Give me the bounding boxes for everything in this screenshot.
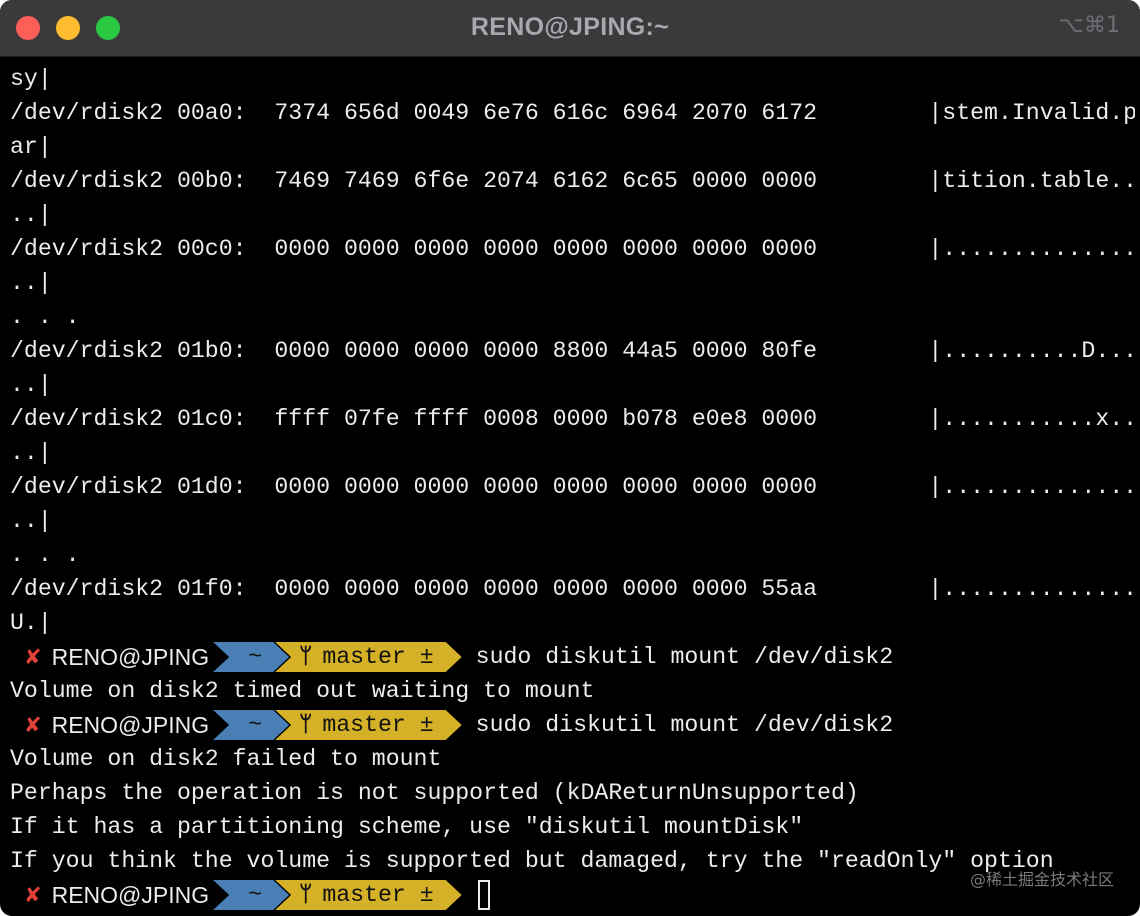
hexdump-line: . . . <box>10 304 80 330</box>
prompt-dir: ~ <box>248 882 263 908</box>
output-line: If it has a partitioning scheme, use "di… <box>10 814 804 840</box>
prompt-user-host: RENO@JPING <box>51 712 210 738</box>
hexdump-line: /dev/rdisk2 00c0: 0000 0000 0000 0000 00… <box>10 236 1135 262</box>
hexdump-line: ..| <box>10 508 52 534</box>
hexdump-line: /dev/rdisk2 01b0: 0000 0000 0000 0000 88… <box>10 338 1135 364</box>
hexdump-line: . . . <box>10 542 80 568</box>
output-line: Perhaps the operation is not supported (… <box>10 780 859 806</box>
git-branch-icon: ᛘ <box>299 712 313 737</box>
prompt-line: ✘ RENO@JPING ~ ᛘ master ± sudo diskutil … <box>10 640 1135 674</box>
hexdump-line: U.| <box>10 610 52 636</box>
title-bar: RENO@JPING:~ ⌥⌘1 <box>0 0 1140 57</box>
prompt-user-host: RENO@JPING <box>51 882 210 908</box>
prompt-user-host: RENO@JPING <box>51 644 210 670</box>
command-text: sudo diskutil mount /dev/disk2 <box>475 712 894 738</box>
terminal-output[interactable]: sy| /dev/rdisk2 00a0: 7374 656d 0049 6e76… <box>10 62 1135 912</box>
window-shortcut: ⌥⌘1 <box>1058 13 1120 38</box>
hexdump-line: ar| <box>10 134 52 160</box>
terminal-window: RENO@JPING:~ ⌥⌘1 sy| /dev/rdisk2 00a0: 73… <box>0 0 1140 916</box>
window-title: RENO@JPING:~ <box>470 13 670 41</box>
prompt-dir-segment: ~ <box>213 710 289 740</box>
hexdump-line: ..| <box>10 270 52 296</box>
prompt-line: ✘ RENO@JPING ~ ᛘ master ± sudo diskutil … <box>10 708 1135 742</box>
prompt-dir: ~ <box>248 712 263 738</box>
hexdump-line: sy| <box>10 66 52 92</box>
git-branch-icon: ᛘ <box>299 882 313 907</box>
prompt-dir: ~ <box>248 644 263 670</box>
prompt-branch: master ± <box>322 644 434 670</box>
output-line: Volume on disk2 failed to mount <box>10 746 442 772</box>
hexdump-line: ..| <box>10 202 52 228</box>
hexdump-line: /dev/rdisk2 00b0: 7469 7469 6f6e 2074 61… <box>10 168 1135 194</box>
hexdump-line: ..| <box>10 440 52 466</box>
prompt-git-segment: ᛘ master ± <box>275 880 462 910</box>
hexdump-line: /dev/rdisk2 01c0: ffff 07fe ffff 0008 00… <box>10 406 1135 432</box>
prompt-git-segment: ᛘ master ± <box>275 710 462 740</box>
error-status-icon: ✘ <box>24 883 42 907</box>
prompt-branch: master ± <box>322 712 434 738</box>
hexdump-line: /dev/rdisk2 00a0: 7374 656d 0049 6e76 61… <box>10 100 1135 126</box>
error-status-icon: ✘ <box>24 645 42 669</box>
prompt-dir-segment: ~ <box>213 880 289 910</box>
prompt-dir-segment: ~ <box>213 642 289 672</box>
hexdump-output: sy| /dev/rdisk2 00a0: 7374 656d 0049 6e76… <box>10 62 1135 640</box>
git-branch-icon: ᛘ <box>299 644 313 669</box>
output-line: Volume on disk2 timed out waiting to mou… <box>10 678 595 704</box>
command-text: sudo diskutil mount /dev/disk2 <box>475 644 894 670</box>
hexdump-line: ..| <box>10 372 52 398</box>
prompt-line: ✘ RENO@JPING ~ ᛘ master ± <box>10 878 1135 912</box>
error-status-icon: ✘ <box>24 713 42 737</box>
prompt-branch: master ± <box>322 882 434 908</box>
prompt-git-segment: ᛘ master ± <box>275 642 462 672</box>
hexdump-line: /dev/rdisk2 01d0: 0000 0000 0000 0000 00… <box>10 474 1135 500</box>
command-output: Volume on disk2 timed out waiting to mou… <box>10 674 1135 708</box>
hexdump-line: /dev/rdisk2 01f0: 0000 0000 0000 0000 00… <box>10 576 1135 602</box>
command-output: Volume on disk2 failed to mount Perhaps … <box>10 742 1135 878</box>
watermark: @稀土掘金技术社区 <box>969 870 1114 889</box>
text-cursor[interactable] <box>477 880 490 910</box>
output-line: If you think the volume is supported but… <box>10 848 1054 874</box>
